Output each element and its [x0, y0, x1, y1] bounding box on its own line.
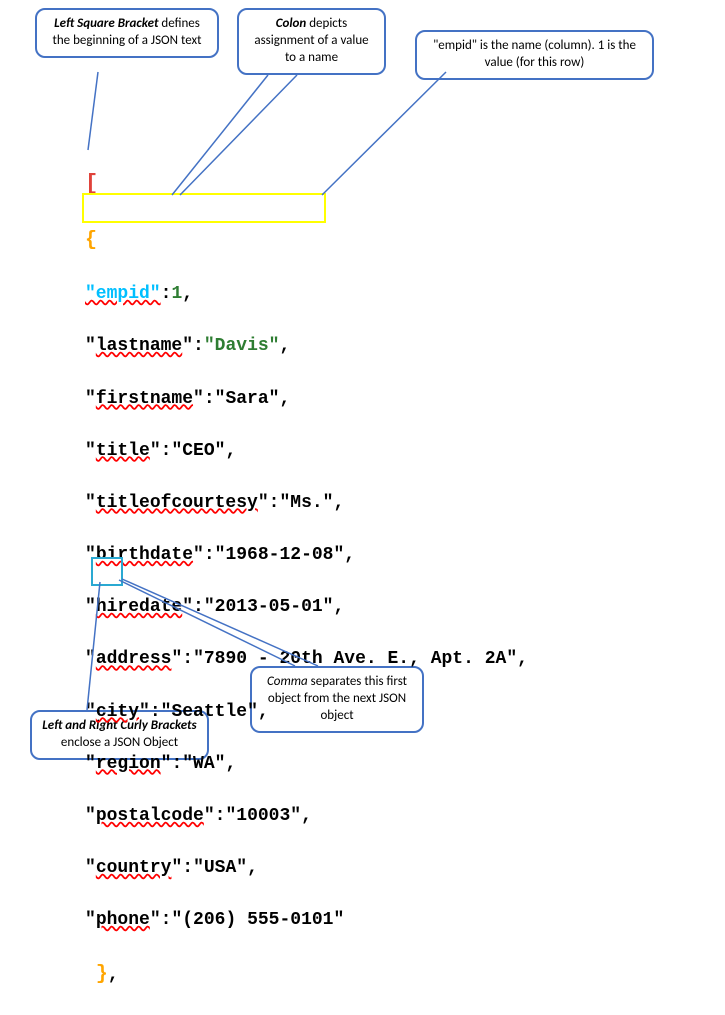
value-address: "7890 - 20th Ave. E., Apt. 2A": [193, 649, 517, 669]
callout-bracket: Left Square Bracket defines the beginnin…: [35, 8, 219, 58]
value-country: "USA": [193, 858, 247, 878]
callout-bold: Colon: [276, 16, 307, 31]
callout-colon: Colon depicts assignment of a value to a…: [237, 8, 386, 75]
key-empid: "empid": [85, 284, 161, 304]
key-postalcode: "postalcode": [85, 806, 215, 826]
value-hiredate: "2013-05-01": [204, 597, 334, 617]
value-firstname: "Sara": [215, 389, 280, 409]
key-address: "address": [85, 649, 182, 669]
key-region: "region": [85, 754, 171, 774]
value-lastname: "Davis": [204, 336, 280, 356]
value-region: "WA": [182, 754, 225, 774]
key-hiredate: "hiredate": [85, 597, 193, 617]
key-toc: "titleofcourtesy": [85, 493, 269, 513]
value-phone: "(206) 555-0101": [171, 910, 344, 930]
key-city: "city": [85, 702, 150, 722]
separating-comma: ,: [108, 965, 119, 985]
callout-text: "empid" is the name (column). 1 is the v…: [433, 38, 636, 70]
key-lastname: "lastname": [85, 336, 193, 356]
callout-empid: "empid" is the name (column). 1 is the v…: [415, 30, 654, 80]
value-postalcode: "10003": [225, 806, 301, 826]
json-code-sample: [ { "empid":1, "lastname":"Davis", "firs…: [85, 142, 528, 1015]
value-empid: 1: [171, 284, 182, 304]
key-firstname: "firstname": [85, 389, 204, 409]
close-curly-brace: }: [96, 963, 108, 986]
key-title: "title": [85, 441, 161, 461]
key-birthdate: "birthdate": [85, 545, 204, 565]
value-birthdate: "1968-12-08": [215, 545, 345, 565]
value-toc: "Ms.": [279, 493, 333, 513]
callout-bold: Left Square Bracket: [54, 16, 158, 31]
value-title: "CEO": [171, 441, 225, 461]
key-country: "country": [85, 858, 182, 878]
open-square-bracket: [: [85, 171, 98, 196]
key-phone: "phone": [85, 910, 161, 930]
value-city: "Seattle": [161, 702, 258, 722]
callout-text: depicts assignment of a value to a name: [254, 16, 368, 65]
open-curly-brace: {: [85, 229, 97, 252]
